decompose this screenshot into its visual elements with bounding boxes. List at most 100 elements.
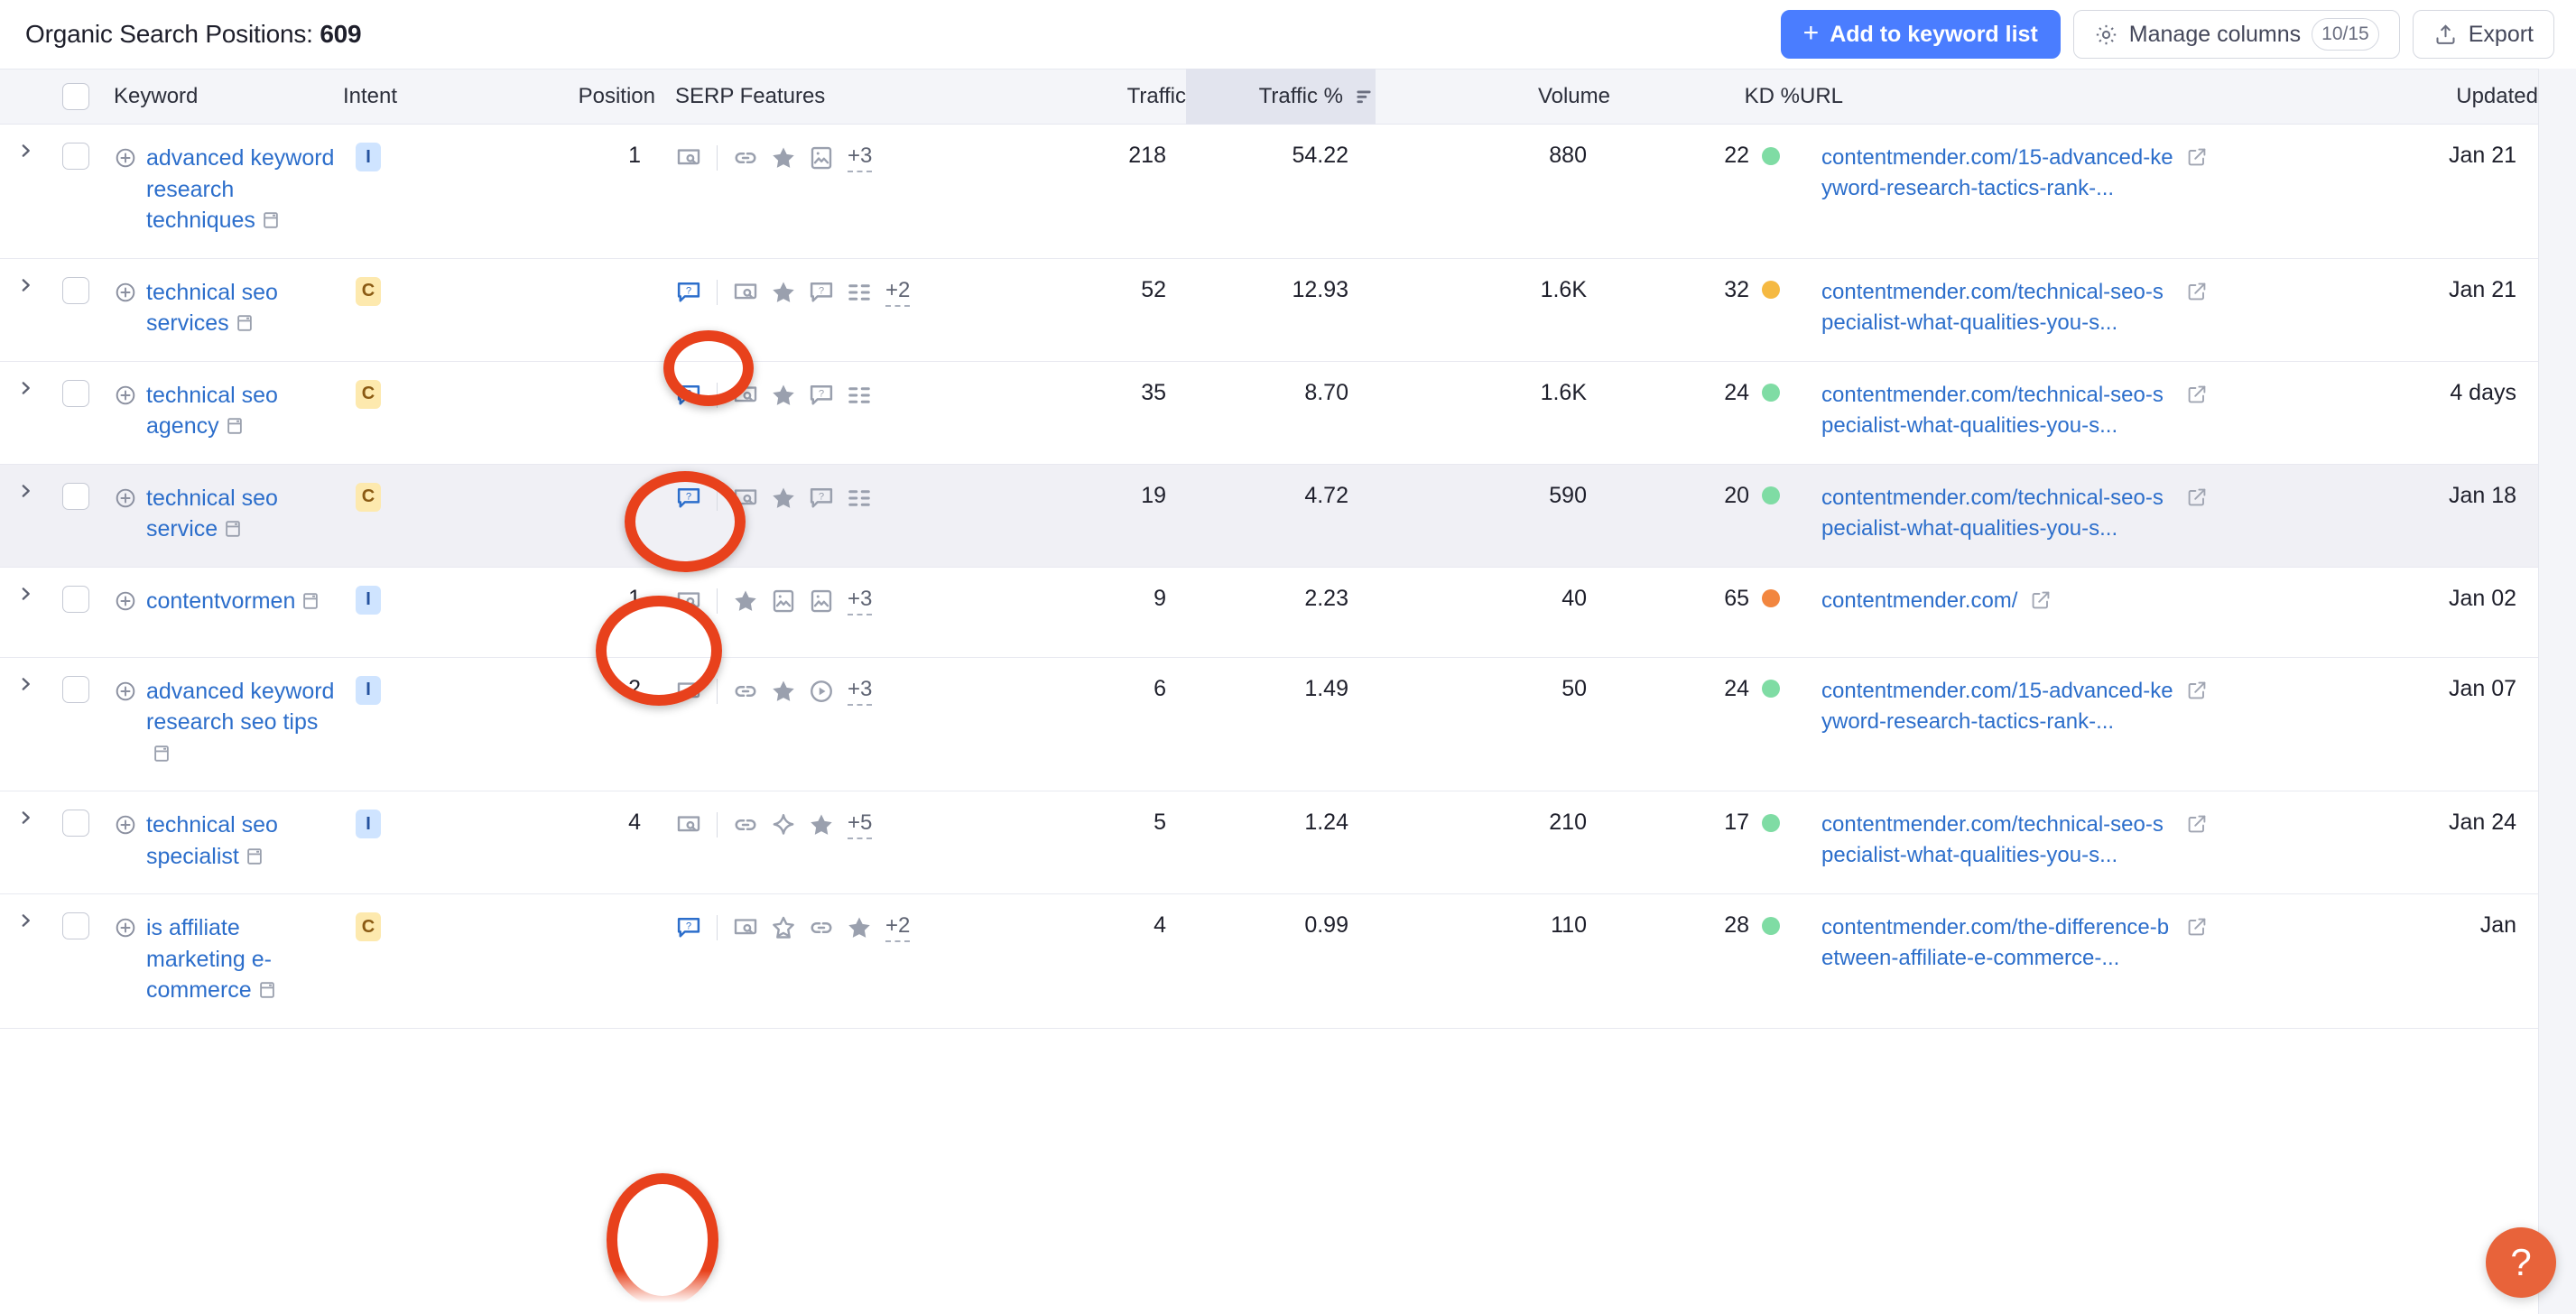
row-expand-cell[interactable] <box>0 465 51 567</box>
video-icon[interactable] <box>808 678 835 705</box>
header-serp-features[interactable]: SERP Features <box>655 69 980 125</box>
header-updated[interactable]: Updated <box>2305 69 2538 125</box>
add-keyword-icon[interactable] <box>114 486 137 510</box>
row-select-cell[interactable] <box>51 791 101 893</box>
table-row[interactable]: technical seo specialist I 4 +5 5 1.24 210 17 co… <box>0 791 2538 894</box>
url-link[interactable]: contentmender.com/technical-seo-speciali… <box>1821 380 2173 441</box>
row-select-cell[interactable] <box>51 465 101 567</box>
url-link[interactable]: contentmender.com/15-advanced-keyword-re… <box>1821 676 2173 737</box>
image-pack-icon[interactable] <box>770 588 797 615</box>
people-also-ask-icon[interactable]: ? <box>808 485 835 512</box>
people-also-ask-icon[interactable]: ? <box>675 279 702 306</box>
ai-overview-icon[interactable] <box>770 811 797 838</box>
intent-badge[interactable]: C <box>356 912 381 941</box>
intent-badge[interactable]: I <box>356 585 381 615</box>
row-expand-cell[interactable] <box>0 362 51 464</box>
row-checkbox[interactable] <box>62 143 89 170</box>
row-expand-cell[interactable] <box>0 894 51 1028</box>
row-expand-cell[interactable] <box>0 259 51 361</box>
row-select-cell[interactable] <box>51 362 101 464</box>
chevron-right-icon[interactable] <box>17 277 33 293</box>
add-keyword-icon[interactable] <box>114 146 137 170</box>
header-traffic-pct[interactable]: Traffic % <box>1186 69 1376 125</box>
intent-badge[interactable]: C <box>356 379 381 409</box>
serp-preview-icon[interactable] <box>675 144 702 171</box>
external-link-icon[interactable] <box>2030 589 2052 611</box>
row-expand-cell[interactable] <box>0 791 51 893</box>
people-also-ask-icon[interactable]: ? <box>675 382 702 409</box>
url-link[interactable]: contentmender.com/technical-seo-speciali… <box>1821 810 2173 871</box>
list-icon[interactable] <box>846 485 873 512</box>
add-keyword-icon[interactable] <box>114 281 137 304</box>
link-icon[interactable] <box>732 144 759 171</box>
serp-more-badge[interactable]: +3 <box>848 587 873 615</box>
star-icon[interactable] <box>770 678 797 705</box>
intent-badge[interactable]: C <box>356 482 381 512</box>
star-icon[interactable] <box>846 914 873 941</box>
row-checkbox[interactable] <box>62 912 89 939</box>
header-keyword[interactable]: Keyword <box>101 69 343 125</box>
serp-more-badge[interactable]: +2 <box>885 913 911 942</box>
row-checkbox[interactable] <box>62 810 89 837</box>
keyword-link[interactable]: is affiliate marketing e-commerce <box>146 912 343 1006</box>
table-row[interactable]: advanced keyword research techniques I 1 +3… <box>0 125 2538 259</box>
table-row[interactable]: technical seo agency C?? 35 8.70 1.6K 24 conte… <box>0 361 2538 465</box>
external-link-icon[interactable] <box>2186 486 2208 508</box>
link-icon[interactable] <box>732 678 759 705</box>
header-kd[interactable]: KD % <box>1610 69 1800 125</box>
intent-badge[interactable]: I <box>356 143 381 171</box>
add-keyword-icon[interactable] <box>114 680 137 703</box>
star-icon[interactable] <box>808 811 835 838</box>
external-link-icon[interactable] <box>2186 813 2208 835</box>
row-checkbox[interactable] <box>62 585 89 613</box>
row-select-cell[interactable] <box>51 568 101 657</box>
external-link-icon[interactable] <box>2186 916 2208 938</box>
table-row[interactable]: advanced keyword research seo tips I 2 +3 6 1… <box>0 657 2538 791</box>
keyword-link[interactable]: advanced keyword research seo tips <box>146 676 343 770</box>
row-select-cell[interactable] <box>51 658 101 791</box>
chevron-right-icon[interactable] <box>17 912 33 929</box>
header-url[interactable]: URL <box>1800 69 2305 125</box>
star-icon[interactable] <box>732 588 759 615</box>
table-row[interactable]: is affiliate marketing e-commerce C? +2 4 0.… <box>0 894 2538 1029</box>
star-icon[interactable] <box>770 279 797 306</box>
row-checkbox[interactable] <box>62 379 89 407</box>
chevron-right-icon[interactable] <box>17 143 33 159</box>
row-select-cell[interactable] <box>51 125 101 258</box>
serp-preview-icon[interactable] <box>732 382 759 409</box>
people-also-ask-icon[interactable]: ? <box>675 914 702 941</box>
keyword-link[interactable]: technical seo specialist <box>146 810 343 872</box>
row-checkbox[interactable] <box>62 482 89 510</box>
star-icon[interactable] <box>770 382 797 409</box>
row-expand-cell[interactable] <box>0 568 51 657</box>
star-icon[interactable] <box>770 485 797 512</box>
url-link[interactable]: contentmender.com/technical-seo-speciali… <box>1821 483 2173 544</box>
header-volume[interactable]: Volume <box>1376 69 1610 125</box>
chevron-right-icon[interactable] <box>17 810 33 826</box>
link-icon[interactable] <box>732 811 759 838</box>
help-button[interactable]: ? <box>2486 1227 2556 1298</box>
vertical-scrollbar-track[interactable] <box>2538 69 2576 1314</box>
people-also-ask-icon[interactable]: ? <box>675 485 702 512</box>
keyword-link[interactable]: technical seo agency <box>146 380 343 442</box>
add-to-keyword-list-button[interactable]: + Add to keyword list <box>1780 10 2061 59</box>
add-keyword-icon[interactable] <box>114 589 137 613</box>
serp-more-badge[interactable]: +3 <box>848 143 873 172</box>
serp-preview-icon[interactable] <box>732 279 759 306</box>
keyword-link[interactable]: technical seo services <box>146 277 343 339</box>
people-also-ask-icon[interactable]: ? <box>808 279 835 306</box>
review-icon[interactable] <box>770 914 797 941</box>
add-keyword-icon[interactable] <box>114 916 137 939</box>
url-link[interactable]: contentmender.com/the-difference-between… <box>1821 912 2173 974</box>
url-link[interactable]: contentmender.com/technical-seo-speciali… <box>1821 277 2173 338</box>
serp-more-badge[interactable]: +2 <box>885 278 911 307</box>
add-keyword-icon[interactable] <box>114 384 137 407</box>
serp-preview-icon[interactable] <box>675 678 702 705</box>
table-row[interactable]: technical seo services C?? +2 52 12.93 1.6K 32… <box>0 258 2538 362</box>
export-button[interactable]: Export <box>2412 10 2554 59</box>
image-pack-icon[interactable] <box>808 144 835 171</box>
image-pack-icon[interactable] <box>808 588 835 615</box>
intent-badge[interactable]: C <box>356 276 381 306</box>
serp-preview-icon[interactable] <box>675 588 702 615</box>
url-link[interactable]: contentmender.com/ <box>1821 586 2017 616</box>
